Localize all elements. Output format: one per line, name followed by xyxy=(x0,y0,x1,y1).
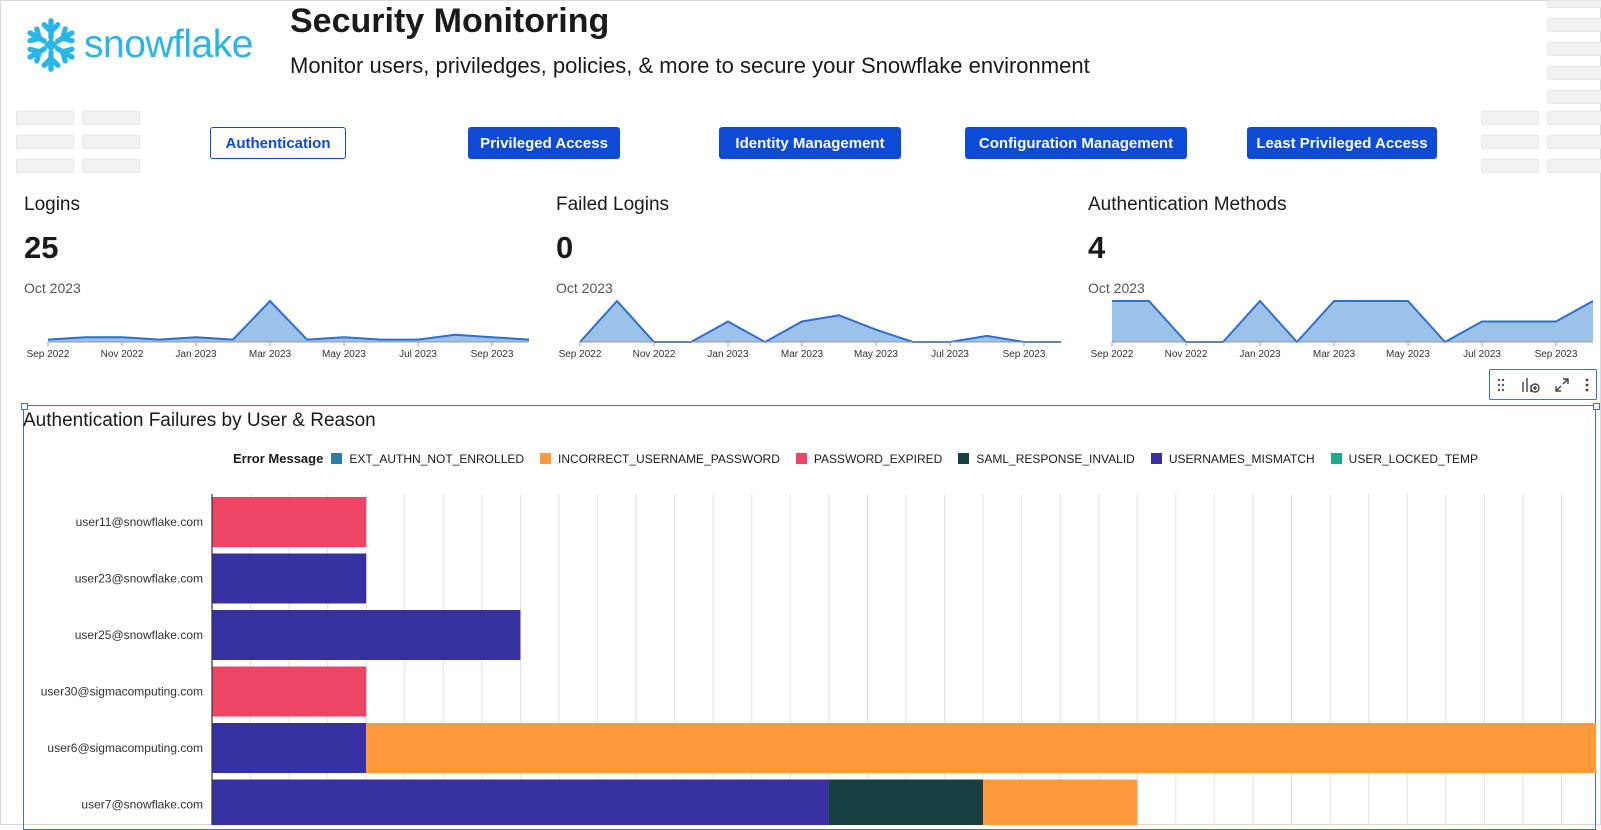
kpi-failed-logins[interactable]: Failed Logins 0 Oct 2023 Sep 2022 Nov 202… xyxy=(556,190,1061,375)
y-tick-label: user6@sigmacomputing.com xyxy=(47,741,203,755)
bar-segment[interactable] xyxy=(366,723,1597,773)
kpi-authentication-methods[interactable]: Authentication Methods 4 Oct 2023 Sep 20… xyxy=(1088,190,1594,375)
y-tick-label: user11@snowflake.com xyxy=(76,515,203,529)
legend-label: SAML_RESPONSE_INVALID xyxy=(976,451,1135,466)
kpi-label: Authentication Methods xyxy=(1088,194,1287,215)
kpi-date: Oct 2023 xyxy=(1088,280,1145,296)
snowflake-icon xyxy=(22,18,80,74)
drag-handle-icon[interactable] xyxy=(1497,377,1505,393)
y-tick-label: user25@snowflake.com xyxy=(75,628,203,642)
kpi-value: 0 xyxy=(556,230,574,265)
y-tick-label: user30@sigmacomputing.com xyxy=(41,685,203,699)
resize-handle[interactable] xyxy=(1593,403,1600,410)
sparkline-tick-label: Jan 2023 xyxy=(1239,349,1281,360)
bar-segment[interactable] xyxy=(828,779,984,826)
bar-segment[interactable] xyxy=(212,723,367,773)
legend-item[interactable]: EXT_AUTHN_NOT_ENROLLED xyxy=(331,452,524,466)
kpi-logins[interactable]: Logins 25 Oct 2023 Sep 2022 Nov 2022 Jan 2… xyxy=(24,190,530,375)
snowflake-logo: snowflake xyxy=(22,16,253,74)
sparkline-tick-label: May 2023 xyxy=(1386,349,1430,360)
legend-item[interactable]: PASSWORD_EXPIRED xyxy=(795,451,943,466)
bar-segment[interactable] xyxy=(212,553,367,604)
sparkline-tick-label: Sep 2022 xyxy=(1091,349,1134,360)
sparkline-tick-label: Mar 2023 xyxy=(1313,349,1356,360)
sparkline-tick-label: Sep 2022 xyxy=(27,349,70,360)
bar-segment[interactable] xyxy=(212,610,521,660)
legend-label: PASSWORD_EXPIRED xyxy=(813,451,943,466)
page-subtitle: Monitor users, priviledges, policies, & … xyxy=(290,53,1090,78)
tab-privileged-access[interactable]: Privileged Access xyxy=(468,127,620,159)
chart-legend: Error Message EXT_AUTHN_NOT_ENROLLED INCO… xyxy=(233,451,1494,466)
sparkline-tick-label: Sep 2022 xyxy=(559,349,602,360)
sparkline-tick-label: Nov 2022 xyxy=(1165,349,1208,360)
tab-configuration-management[interactable]: Configuration Management xyxy=(965,127,1187,159)
kpi-date: Oct 2023 xyxy=(24,280,81,296)
legend-label: EXT_AUTHN_NOT_ENROLLED xyxy=(349,451,525,466)
expand-icon[interactable] xyxy=(1554,377,1570,393)
auth-failures-bar-chart: user11@snowflake.com user23@snowflake.com… xyxy=(41,494,1597,826)
sparkline-tick-label: Jul 2023 xyxy=(931,349,969,360)
kpi-label: Failed Logins xyxy=(556,194,670,215)
chart-title: Authentication Failures by User & Reason xyxy=(23,410,376,431)
legend-item[interactable]: USER_LOCKED_TEMP xyxy=(1330,451,1479,466)
legend-label: USERNAMES_MISMATCH xyxy=(1168,451,1315,466)
kpi-value: 4 xyxy=(1088,230,1106,265)
legend-swatch xyxy=(795,453,807,464)
sparkline-tick-label: May 2023 xyxy=(854,349,898,360)
sparkline-tick-label: Jan 2023 xyxy=(707,349,749,360)
tab-least-privileged-access[interactable]: Least Privileged Access xyxy=(1247,127,1437,159)
tab-authentication[interactable]: Authentication xyxy=(210,127,346,159)
add-chart-icon[interactable] xyxy=(1520,376,1540,394)
legend-item[interactable]: SAML_RESPONSE_INVALID xyxy=(958,452,1135,466)
kpi-date: Oct 2023 xyxy=(556,280,613,296)
legend-swatch xyxy=(1330,453,1342,464)
legend-item[interactable]: INCORRECT_USERNAME_PASSWORD xyxy=(540,452,780,466)
legend-item[interactable]: USERNAMES_MISMATCH xyxy=(1150,451,1315,466)
brand-wordmark: snowflake xyxy=(84,23,253,66)
legend-swatch xyxy=(331,453,343,464)
y-tick-label: user23@snowflake.com xyxy=(75,572,203,586)
sparkline-tick-label: May 2023 xyxy=(322,349,366,360)
sparkline-tick-label: Nov 2022 xyxy=(633,349,676,360)
sparkline-tick-label: Sep 2023 xyxy=(1003,349,1046,360)
sparkline-tick-label: Sep 2023 xyxy=(1535,349,1578,360)
tab-identity-management[interactable]: Identity Management xyxy=(719,127,901,159)
sparkline-tick-label: Mar 2023 xyxy=(781,349,824,360)
legend-label: USER_LOCKED_TEMP xyxy=(1348,451,1479,466)
sparkline-tick-label: Jul 2023 xyxy=(1463,349,1501,360)
failed-logins-sparkline: Sep 2022 Nov 2022 Jan 2023 Mar 2023 May 2023… xyxy=(559,299,1061,360)
bar-segment[interactable] xyxy=(212,666,367,717)
chart-toolbar xyxy=(1489,369,1597,400)
sparkline-tick-label: Nov 2022 xyxy=(101,349,144,360)
sparkline-tick-label: Jan 2023 xyxy=(175,349,217,360)
bar-segment[interactable] xyxy=(212,779,829,826)
bar-segment[interactable] xyxy=(212,497,367,547)
more-icon[interactable] xyxy=(1585,377,1589,393)
resize-handle[interactable] xyxy=(21,403,28,410)
legend-swatch xyxy=(1150,453,1162,464)
sparkline-tick-label: Mar 2023 xyxy=(249,349,292,360)
legend-swatch xyxy=(958,453,970,464)
logins-sparkline: Sep 2022 Nov 2022 Jan 2023 Mar 2023 May 2023… xyxy=(27,299,530,360)
auth-methods-sparkline: Sep 2022 Nov 2022 Jan 2023 Mar 2023 May 2023… xyxy=(1091,299,1594,360)
legend-title: Error Message xyxy=(233,451,324,466)
sparkline-tick-label: Jul 2023 xyxy=(399,349,437,360)
bar-segment[interactable] xyxy=(983,779,1138,826)
page-title: Security Monitoring xyxy=(290,2,610,40)
kpi-label: Logins xyxy=(24,194,80,215)
kpi-value: 25 xyxy=(24,230,59,265)
y-tick-label: user7@snowflake.com xyxy=(81,798,203,812)
legend-swatch xyxy=(540,453,552,464)
legend-label: INCORRECT_USERNAME_PASSWORD xyxy=(558,451,780,466)
sparkline-tick-label: Sep 2023 xyxy=(471,349,514,360)
